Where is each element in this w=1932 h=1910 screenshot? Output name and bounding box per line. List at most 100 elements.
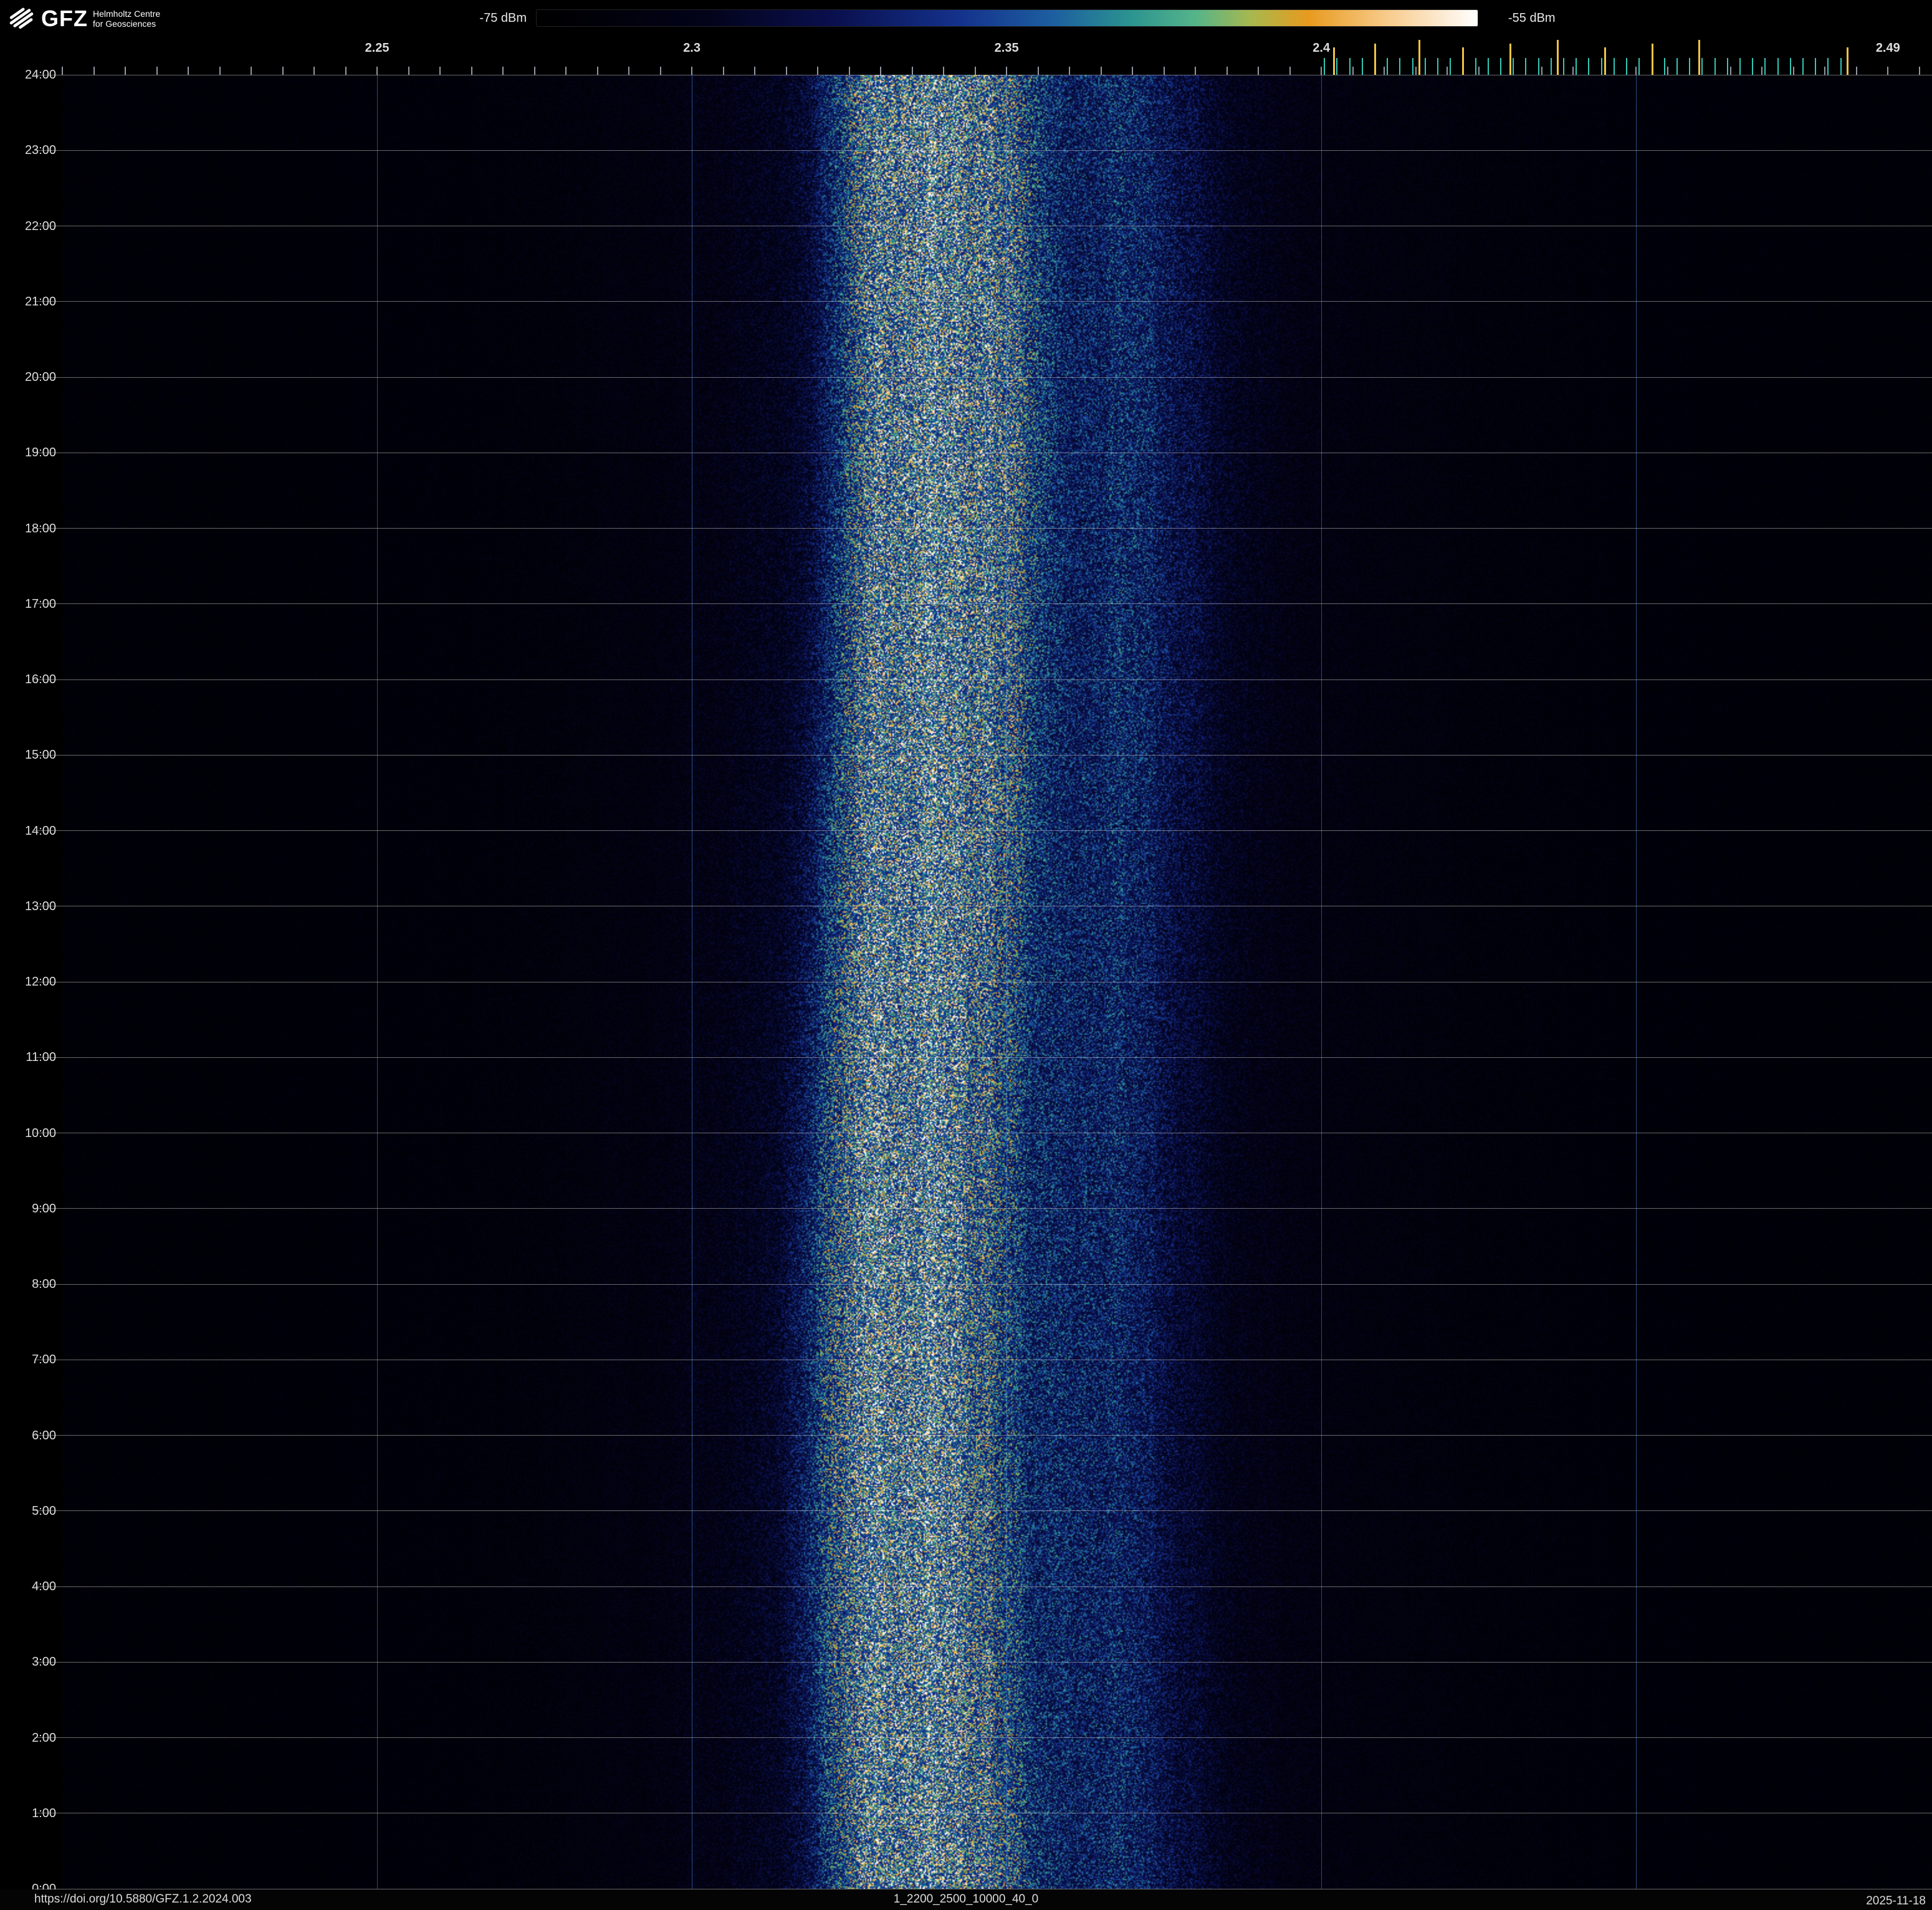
freq-minor-tick: [912, 67, 913, 75]
ble-channel-tick: [1588, 58, 1589, 75]
ble-channel-tick: [1525, 58, 1526, 75]
freq-minor-tick: [1038, 67, 1039, 75]
ble-channel-tick: [1764, 58, 1766, 75]
ble-channel-tick: [1626, 58, 1627, 75]
ble-channel-tick: [1601, 58, 1602, 75]
time-label: 9:00: [0, 1202, 56, 1216]
marker-tick: [1374, 44, 1376, 75]
ble-channel-tick: [1551, 58, 1552, 75]
gfz-logo: GFZ Helmholtz Centre for Geosciences: [9, 5, 160, 32]
freq-minor-tick: [817, 67, 818, 75]
freq-minor-tick: [313, 67, 315, 75]
time-label: 13:00: [0, 900, 56, 913]
time-label: 15:00: [0, 748, 56, 762]
marker-tick: [1698, 40, 1700, 75]
freq-minor-tick: [1856, 67, 1857, 75]
freq-minor-tick: [534, 67, 535, 75]
freq-minor-tick: [754, 67, 755, 75]
freq-minor-tick: [219, 67, 221, 75]
ble-channel-tick: [1563, 58, 1564, 75]
ble-channel-tick: [1815, 58, 1816, 75]
logo-sub-line2: for Geosciences: [93, 19, 156, 29]
doi-link[interactable]: https://doi.org/10.5880/GFZ.1.2.2024.003: [34, 1893, 252, 1906]
ble-channel-tick: [1336, 58, 1337, 75]
marker-tick: [1418, 40, 1420, 75]
time-label: 22:00: [0, 219, 56, 233]
freq-minor-tick: [408, 67, 409, 75]
ble-channel-tick: [1827, 58, 1829, 75]
freq-minor-tick: [345, 67, 347, 75]
freq-minor-tick: [1069, 67, 1070, 75]
ble-channel-tick: [1664, 58, 1665, 75]
ble-channel-tick: [1727, 58, 1728, 75]
freq-minor-tick: [565, 67, 567, 75]
colorbar-max-label: -55 dBm: [1508, 11, 1583, 26]
freq-minor-tick: [93, 67, 95, 75]
freq-minor-tick: [660, 67, 661, 75]
date-label: 2025-11-18: [1866, 1894, 1926, 1908]
ble-channel-tick: [1614, 58, 1615, 75]
freq-minor-tick: [502, 67, 504, 75]
freq-minor-tick: [376, 67, 378, 75]
colorbar: [536, 9, 1478, 27]
freq-minor-tick: [1761, 67, 1762, 75]
time-label: 18:00: [0, 522, 56, 535]
marker-tick: [1509, 44, 1511, 75]
spectrogram-canvas[interactable]: [62, 75, 1932, 1889]
time-label: 17:00: [0, 597, 56, 611]
ble-channel-tick: [1652, 58, 1653, 75]
freq-minor-tick: [1667, 67, 1668, 75]
ble-channel-tick: [1412, 58, 1413, 75]
freq-minor-tick: [439, 67, 441, 75]
freq-minor-tick: [62, 67, 63, 75]
ble-channel-tick: [1362, 58, 1363, 75]
freq-tick-label: 2.25: [352, 41, 402, 55]
freq-minor-tick: [1604, 67, 1605, 75]
freq-minor-tick: [1132, 67, 1133, 75]
time-label: 19:00: [0, 446, 56, 459]
time-label: 8:00: [0, 1277, 56, 1291]
ble-channel-tick: [1752, 58, 1753, 75]
freq-minor-tick: [1006, 67, 1007, 75]
marker-tick: [1462, 47, 1464, 75]
freq-minor-tick: [1164, 67, 1165, 75]
ble-channel-tick: [1462, 58, 1463, 75]
ble-channel-tick: [1701, 58, 1703, 75]
freq-tick-label: 2.4: [1296, 41, 1346, 55]
freq-minor-tick: [1101, 67, 1102, 75]
colorbar-min-label: -75 dBm: [464, 11, 527, 26]
time-label: 20:00: [0, 370, 56, 384]
ble-channel-tick: [1513, 58, 1514, 75]
freq-tick-label: 2.3: [667, 41, 717, 55]
filename-label: 1_2200_2500_10000_40_0: [894, 1893, 1038, 1906]
ble-channel-tick: [1676, 58, 1678, 75]
time-label: 16:00: [0, 673, 56, 686]
freq-minor-tick: [1887, 67, 1888, 75]
time-label: 11:00: [0, 1050, 56, 1064]
header: GFZ Helmholtz Centre for Geosciences -75…: [0, 0, 1932, 39]
time-label: 5:00: [0, 1504, 56, 1518]
freq-minor-tick: [1730, 67, 1731, 75]
gfz-logo-icon: [9, 5, 36, 32]
freq-minor-tick: [786, 67, 787, 75]
ble-channel-tick: [1475, 58, 1476, 75]
freq-minor-tick: [1227, 67, 1228, 75]
freq-minor-tick: [1698, 67, 1700, 75]
ble-channel-tick: [1576, 58, 1577, 75]
time-label: 12:00: [0, 975, 56, 989]
freq-minor-tick: [125, 67, 126, 75]
time-label: 7:00: [0, 1353, 56, 1366]
marker-tick: [1557, 40, 1559, 75]
ble-channel-tick: [1689, 58, 1690, 75]
time-label: 24:00: [0, 68, 56, 82]
logo-text: GFZ: [41, 5, 88, 32]
freq-minor-tick: [975, 67, 976, 75]
footer: https://doi.org/10.5880/GFZ.1.2.2024.003…: [0, 1889, 1932, 1910]
freq-minor-tick: [691, 67, 692, 75]
freq-minor-tick: [1321, 67, 1322, 75]
ble-channel-tick: [1777, 58, 1779, 75]
ble-channel-tick: [1714, 58, 1716, 75]
ble-channel-tick: [1450, 58, 1451, 75]
freq-minor-tick: [1352, 67, 1354, 75]
freq-minor-tick: [1919, 67, 1920, 75]
